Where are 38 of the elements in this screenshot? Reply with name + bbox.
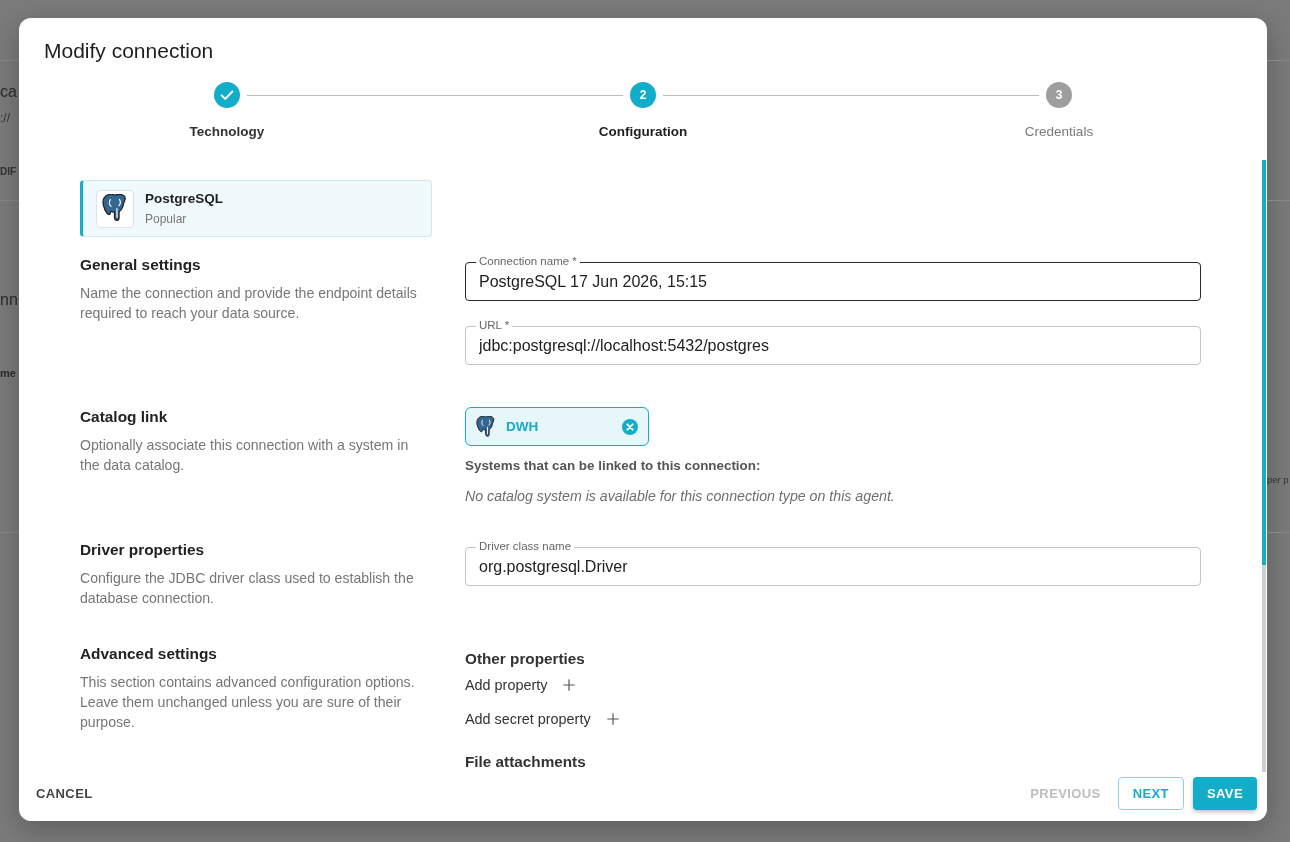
field-label: URL * xyxy=(476,319,513,332)
field-label: Driver class name xyxy=(476,540,575,553)
column-header-fragment: me xyxy=(0,366,16,380)
empty-note: No catalog system is available for this connection type on this agent. xyxy=(465,488,895,504)
cell-text-fragment: per p xyxy=(1267,474,1289,486)
section-title-fragment: nn xyxy=(0,290,18,310)
field-label: Connection name * xyxy=(476,255,580,268)
section-title: Catalog link xyxy=(80,407,168,427)
section-title: Advanced settings xyxy=(80,644,217,664)
elephant-icon xyxy=(96,189,134,228)
add-property-button[interactable]: Add secret property xyxy=(465,709,622,729)
page-title-fragment: ca xyxy=(0,82,17,102)
dialog-title: Modify connection xyxy=(43,38,215,63)
technology-tag: Popular xyxy=(145,210,187,228)
step-number: 2 xyxy=(630,82,656,108)
available-systems-heading: Systems that can be linked to this connection: xyxy=(465,458,761,474)
close-icon[interactable] xyxy=(622,418,638,435)
section-description: Configure the JDBC driver class used to establish the database connection. xyxy=(80,569,415,608)
step-label: Configuration xyxy=(598,123,688,141)
section-description: Name the connection and provide the endpoint details required to reach your data source. xyxy=(80,284,418,323)
scrollbar[interactable] xyxy=(1262,160,1266,772)
elephant-icon xyxy=(476,415,496,438)
section-title: General settings xyxy=(80,255,201,275)
scrollbar-thumb[interactable] xyxy=(1262,160,1266,565)
section-description: Optionally associate this connection with a system in the data catalog. xyxy=(80,436,410,475)
add-property-button[interactable]: Add property xyxy=(465,675,579,695)
section-description: This section contains advanced configuration options. Leave them unchanged unless you are sure of their purpose. xyxy=(80,673,416,732)
step-number: 3 xyxy=(1046,82,1072,108)
tab-fragment: DIF xyxy=(0,165,17,179)
group-title: File attachments xyxy=(465,753,586,771)
step-label: Credentials xyxy=(1024,123,1094,141)
step-label: Technology xyxy=(189,123,265,141)
group-title: Other properties xyxy=(465,650,585,668)
section-title: Driver properties xyxy=(80,540,205,560)
technology-name: PostgreSQL xyxy=(145,189,223,207)
dialog-button[interactable]: CANCEL xyxy=(28,777,101,810)
technology-card[interactable]: PostgreSQL Popular xyxy=(80,180,432,237)
page-subtitle-fragment: :// xyxy=(0,110,10,126)
